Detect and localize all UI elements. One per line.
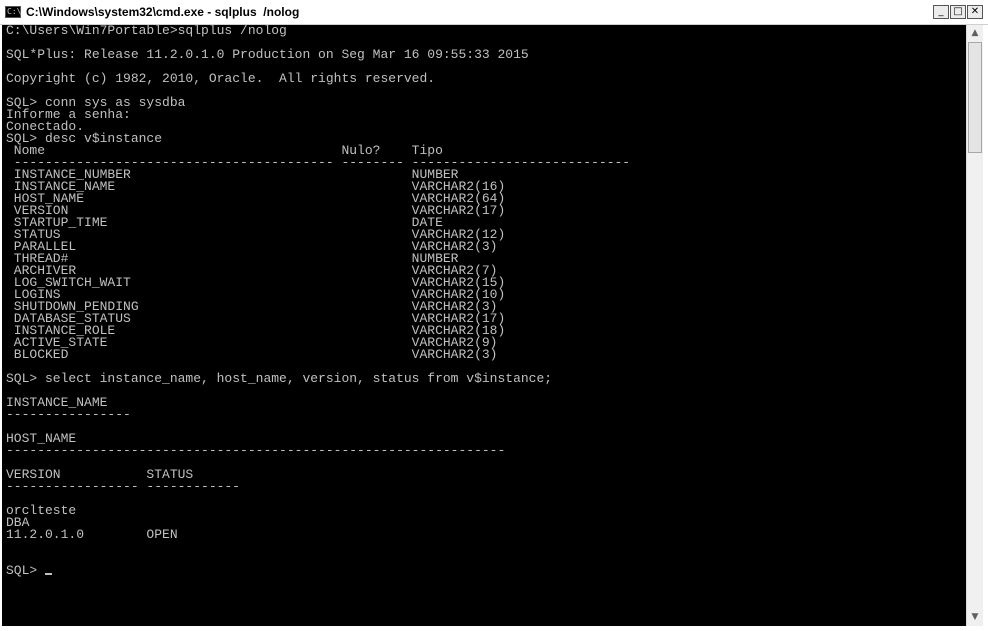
console-line: C:\Users\Win7Portable>sqlplus /nolog	[6, 25, 287, 38]
maximize-button[interactable]: □	[950, 5, 966, 19]
console-line: SQL*Plus: Release 11.2.0.1.0 Production …	[6, 47, 529, 62]
title-bar[interactable]: C:\ C:\Windows\system32\cmd.exe - sqlplu…	[0, 0, 988, 25]
vertical-scrollbar[interactable]: ▲ ▼	[966, 25, 983, 626]
console-line: ----------------	[6, 407, 131, 422]
console-line: SQL> select instance_name, host_name, ve…	[6, 371, 553, 386]
minimize-button[interactable]: _	[933, 5, 949, 19]
console-line: ----------------------------------------…	[6, 443, 506, 458]
text-cursor	[45, 573, 53, 575]
cmd-window: C:\ C:\Windows\system32\cmd.exe - sqlplu…	[0, 0, 988, 631]
cmd-app-icon[interactable]: C:\	[5, 6, 21, 18]
scroll-up-arrow-icon[interactable]: ▲	[967, 25, 983, 42]
scroll-down-arrow-icon[interactable]: ▼	[967, 609, 983, 626]
console-text: C:\Users\Win7Portable>sqlplus /nolog SQL…	[6, 25, 630, 577]
console-line: Copyright (c) 1982, 2010, Oracle. All ri…	[6, 71, 436, 86]
cmd-icon-glyph: C:\	[7, 7, 22, 16]
console-output[interactable]: C:\Users\Win7Portable>sqlplus /nolog SQL…	[2, 25, 966, 626]
close-button[interactable]: ✕	[967, 5, 983, 19]
console-line: SQL>	[6, 563, 46, 578]
console-line: ----------------- ------------	[6, 479, 241, 494]
console-line: 11.2.0.1.0 OPEN	[6, 527, 178, 542]
scroll-thumb[interactable]	[968, 42, 982, 153]
console-line: BLOCKED VARCHAR2(3)	[6, 347, 498, 362]
window-title: C:\Windows\system32\cmd.exe - sqlplus /n…	[26, 5, 300, 19]
